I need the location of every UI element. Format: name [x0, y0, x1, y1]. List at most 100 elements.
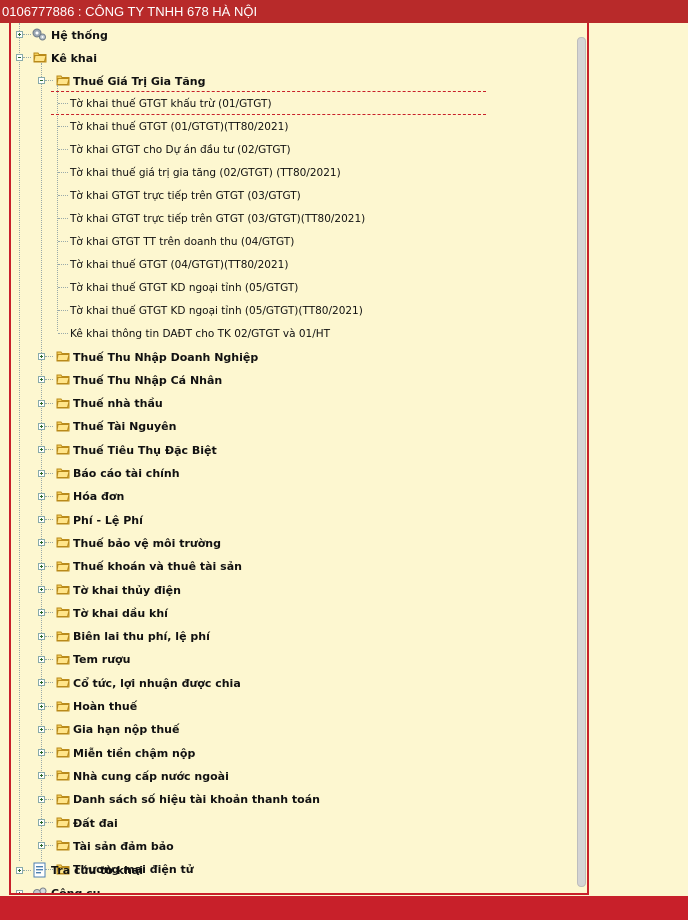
tree-item-label: Tờ khai GTGT TT trên doanh thu (04/GTGT)	[70, 235, 295, 248]
tree-item-group[interactable]: Báo cáo tài chính	[73, 462, 180, 485]
tree-item-group[interactable]: Danh sách số hiệu tài khoản thanh toán	[73, 788, 320, 811]
expand-toggle-icon[interactable]	[38, 353, 45, 360]
folder-icon	[56, 491, 70, 502]
tree-leaf-item[interactable]: Kê khai thông tin DAĐT cho TK 02/GTGT và…	[70, 322, 330, 345]
tree-item-cong-cu[interactable]: Công cụ	[51, 881, 101, 894]
tree-item-label: Thuế nhà thầu	[73, 397, 163, 411]
tree-item-group[interactable]: Biên lai thu phí, lệ phí	[73, 625, 210, 648]
tree-item-group[interactable]: Hoàn thuế	[73, 695, 137, 718]
tree-item-group[interactable]: Gia hạn nộp thuế	[73, 718, 179, 741]
folder-icon	[56, 351, 70, 362]
tree-item-group[interactable]: Thuế Tài Nguyên	[73, 415, 176, 438]
expand-toggle-icon[interactable]	[38, 562, 45, 570]
tree-item-label: Đất đai	[73, 816, 118, 830]
tree-item-group[interactable]: Hóa đơn	[73, 485, 124, 508]
tree-item-label: Tờ khai GTGT trực tiếp trên GTGT (03/GTG…	[70, 189, 301, 202]
folder-icon	[56, 398, 70, 409]
folder-icon	[56, 654, 70, 665]
tree-leaf-item[interactable]: Tờ khai thuế GTGT khấu trừ (01/GTGT)	[70, 92, 272, 115]
folder-icon	[56, 374, 70, 385]
tree-leaf-item[interactable]: Tờ khai thuế GTGT (04/GTGT)(TT80/2021)	[70, 253, 288, 276]
tree-item-group[interactable]: Tờ khai dầu khí	[73, 601, 168, 624]
folder-icon	[56, 770, 70, 781]
expand-toggle-icon[interactable]	[38, 702, 45, 710]
tree-leaf-item[interactable]: Tờ khai thuế GTGT (01/GTGT)(TT80/2021)	[70, 115, 288, 138]
tree-leaf-item[interactable]: Tờ khai thuế GTGT KD ngoại tỉnh (05/GTGT…	[70, 299, 363, 322]
tree-item-group[interactable]: Thuế Thu Nhập Doanh Nghiệp	[73, 345, 258, 368]
tree-item-group[interactable]: Tem rượu	[73, 648, 130, 671]
tree-leaf-item[interactable]: Tờ khai GTGT cho Dự án đầu tư (02/GTGT)	[70, 138, 291, 161]
tree-item-group[interactable]: Thuế nhà thầu	[73, 392, 163, 415]
expand-toggle-icon[interactable]	[38, 399, 45, 407]
tree-leaf-item[interactable]: Tờ khai GTGT TT trên doanh thu (04/GTGT)	[70, 230, 294, 253]
expand-toggle-icon[interactable]	[38, 772, 45, 780]
tree-item-group[interactable]: Thuế khoán và thuê tài sản	[73, 555, 242, 578]
tree-item-tra-cuu[interactable]: Tra cứu tờ khai	[51, 858, 143, 881]
tree-item-group[interactable]: Thuế Tiêu Thụ Đặc Biệt	[73, 438, 217, 461]
tree-item-label: Danh sách số hiệu tài khoản thanh toán	[73, 793, 320, 807]
collapse-toggle-icon[interactable]	[38, 77, 45, 84]
expand-toggle-icon[interactable]	[38, 422, 45, 430]
folder-icon	[56, 421, 70, 432]
tree-item-ke-khai[interactable]: Kê khai	[51, 46, 97, 69]
tree-item-label: Cổ tức, lợi nhuận được chia	[73, 676, 241, 690]
folder-icon	[56, 631, 70, 642]
tree-leaf-item[interactable]: Tờ khai GTGT trực tiếp trên GTGT (03/GTG…	[70, 207, 365, 230]
expand-toggle-icon[interactable]	[16, 890, 23, 893]
tree-item-group[interactable]: Cổ tức, lợi nhuận được chia	[73, 671, 241, 694]
tree-item-group[interactable]: Thuế bảo vệ môi trường	[73, 531, 221, 554]
tree-item-label: Hệ thống	[51, 28, 108, 42]
tree-item-label: Tem rượu	[73, 653, 131, 667]
expand-toggle-icon[interactable]	[38, 795, 45, 803]
tree-item-label: Biên lai thu phí, lệ phí	[73, 630, 210, 644]
expand-toggle-icon[interactable]	[38, 516, 45, 524]
folder-icon	[56, 794, 70, 805]
expand-toggle-icon[interactable]	[38, 586, 45, 593]
folder-icon	[56, 468, 70, 478]
expand-toggle-icon[interactable]	[38, 749, 45, 757]
expand-toggle-icon[interactable]	[38, 469, 45, 477]
expand-toggle-icon[interactable]	[38, 446, 45, 454]
expand-toggle-icon[interactable]	[38, 819, 45, 826]
vertical-scrollbar[interactable]	[577, 37, 586, 887]
expand-toggle-icon[interactable]	[38, 492, 45, 500]
tree-leaf-item[interactable]: Tờ khai GTGT trực tiếp trên GTGT (03/GTG…	[70, 184, 301, 207]
expand-toggle-icon[interactable]	[38, 655, 45, 663]
expand-toggle-icon[interactable]	[38, 376, 45, 384]
tree-item-label: Hóa đơn	[73, 490, 125, 504]
tree-item-group[interactable]: Phí - Lệ Phí	[73, 508, 143, 531]
tree-item-label: Miễn tiền chậm nộp	[73, 746, 196, 760]
tree-item-label: Thuế Tài Nguyên	[73, 420, 177, 434]
tree-item-label: Kê khai thông tin DAĐT cho TK 02/GTGT và…	[70, 327, 331, 340]
tree-item-gtgt[interactable]: Thuế Giá Trị Gia Tăng	[73, 69, 206, 92]
tree-item-group[interactable]: Nhà cung cấp nước ngoài	[73, 764, 229, 787]
expand-toggle-icon[interactable]	[38, 725, 45, 733]
expand-toggle-icon[interactable]	[38, 609, 45, 617]
folder-icon	[56, 537, 70, 548]
tree-item-label: Tài sản đảm bảo	[73, 839, 174, 853]
tree-leaf-item[interactable]: Tờ khai thuế GTGT KD ngoại tỉnh (05/GTGT…	[70, 276, 298, 299]
tree-item-label: Thuế bảo vệ môi trường	[73, 536, 221, 550]
folder-icon	[56, 840, 70, 851]
tree-item-group[interactable]: Tài sản đảm bảo	[73, 834, 174, 857]
collapse-toggle-icon[interactable]	[16, 54, 23, 61]
tree-item-label: Gia hạn nộp thuế	[73, 723, 180, 737]
expand-toggle-icon[interactable]	[16, 31, 23, 38]
expand-toggle-icon[interactable]	[38, 842, 45, 850]
expand-toggle-icon[interactable]	[38, 632, 45, 640]
tree-leaf-item[interactable]: Tờ khai thuế giá trị gia tăng (02/GTGT) …	[70, 161, 341, 184]
folder-icon	[33, 52, 47, 63]
tree-item-he-thong[interactable]: Hệ thống	[51, 23, 108, 46]
scrollbar-thumb[interactable]	[577, 37, 586, 887]
expand-toggle-icon[interactable]	[38, 539, 45, 547]
tree-item-label: Thuế Tiêu Thụ Đặc Biệt	[73, 443, 217, 457]
tree-item-label: Tờ khai thuế GTGT KD ngoại tỉnh (05/GTGT…	[70, 281, 299, 294]
tree-item-group[interactable]: Đất đai	[73, 811, 118, 834]
tree-view[interactable]: Hệ thống Kê khai Thuế Giá Trị Gia Tăng T…	[11, 23, 571, 894]
tree-item-group[interactable]: Thuế Thu Nhập Cá Nhân	[73, 368, 222, 391]
tree-item-group[interactable]: Tờ khai thủy điện	[73, 578, 181, 601]
tree-item-group[interactable]: Miễn tiền chậm nộp	[73, 741, 195, 764]
expand-toggle-icon[interactable]	[38, 679, 45, 687]
tree-item-label: Thuế Thu Nhập Cá Nhân	[73, 373, 223, 387]
expand-toggle-icon[interactable]	[16, 867, 23, 874]
